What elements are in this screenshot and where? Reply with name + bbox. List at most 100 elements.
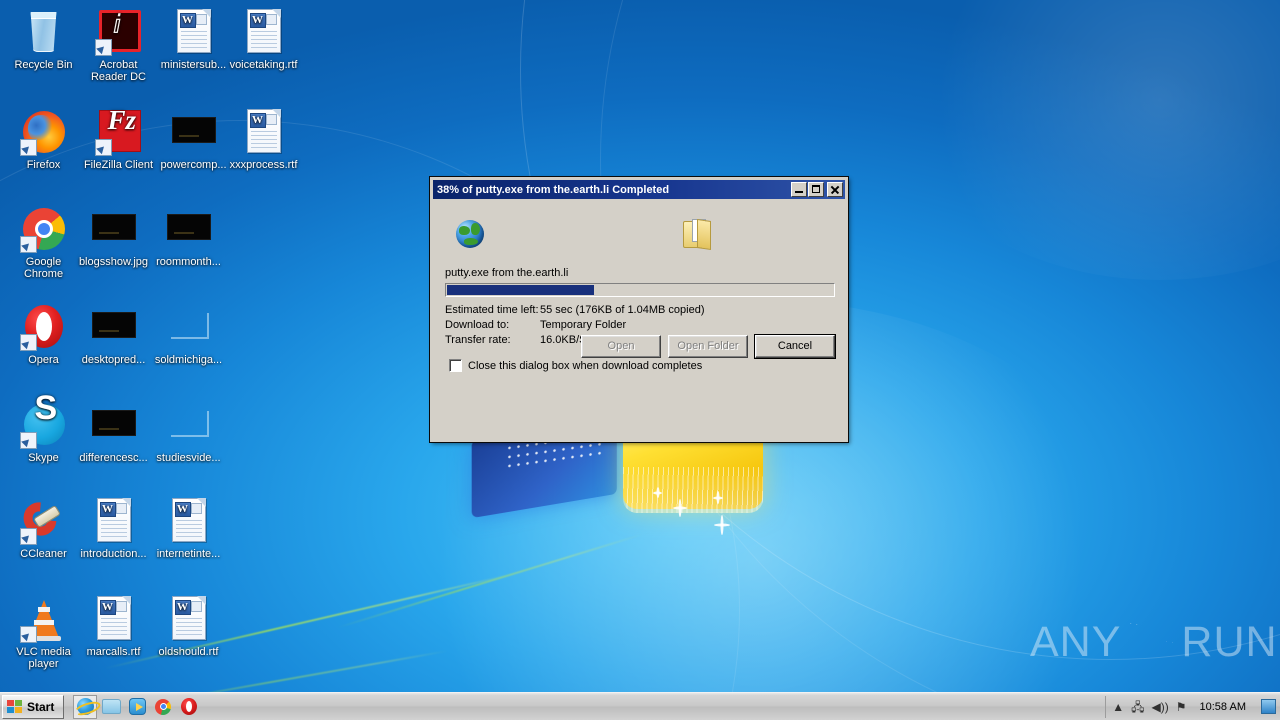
close-button[interactable] — [827, 182, 843, 197]
desktop-icon-label: oldshould.rtf — [158, 646, 219, 658]
transfer-illustration — [443, 209, 835, 267]
desktop-icon-label: VLC media player — [16, 646, 71, 670]
desktop-icon[interactable]: soldmichiga... — [151, 303, 226, 366]
dialog-titlebar[interactable]: 38% of putty.exe from the.earth.li Compl… — [433, 180, 845, 199]
desktop-icon[interactable]: VLC media player — [6, 595, 81, 670]
taskbar-chrome-icon[interactable] — [151, 695, 175, 719]
download-file-label: putty.exe from the.earth.li — [445, 267, 569, 279]
close-when-complete-checkbox-row[interactable]: Close this dialog box when download comp… — [449, 359, 835, 372]
desktop-icon[interactable]: studiesvide... — [151, 401, 226, 464]
desktop-icon-label: internetinte... — [156, 548, 221, 560]
desktop-icon-label: ministersub... — [160, 59, 227, 71]
desktop-icon[interactable]: Firefox — [6, 108, 81, 171]
close-when-complete-checkbox[interactable] — [449, 359, 462, 372]
maximize-button[interactable] — [808, 182, 824, 197]
desktop-icon-label: introduction... — [80, 548, 147, 560]
desktop-icon-label: Acrobat Reader DC — [90, 59, 147, 83]
open-folder-button[interactable]: Open Folder — [668, 335, 748, 358]
desktop-icon-label: roommonth... — [156, 256, 221, 268]
volume-icon[interactable]: ◀)) — [1152, 701, 1169, 713]
minimize-button[interactable] — [791, 182, 807, 197]
quick-launch-bar — [73, 694, 201, 719]
black-thumbnail-icon — [170, 108, 218, 156]
start-button[interactable]: Start — [2, 694, 65, 719]
desktop-icon[interactable]: Recycle Bin — [6, 8, 81, 71]
desktop-icon[interactable]: Wvoicetaking.rtf — [226, 8, 301, 71]
skype-icon: S — [19, 391, 68, 449]
black-thumbnail-icon — [90, 303, 138, 351]
desktop-icon-label: Google Chrome — [23, 256, 64, 280]
dialog-title: 38% of putty.exe from the.earth.li Compl… — [437, 183, 670, 196]
desktop-icon[interactable]: powercomp... — [156, 108, 231, 171]
dialog-body: putty.exe from the.earth.li Estimated ti… — [431, 199, 847, 372]
windows-flag-icon — [7, 699, 23, 714]
desktop-icon[interactable]: S Skype — [6, 391, 81, 464]
desktop-icon-label: CCleaner — [20, 548, 67, 560]
desktop-icon[interactable]: Wxxxprocess.rtf — [226, 108, 301, 171]
download-to-label: Download to: — [445, 319, 510, 331]
info-row-download-to: Download to: Temporary Folder — [445, 318, 835, 333]
black-thumbnail-icon — [90, 401, 138, 449]
word-document-icon: W — [170, 8, 218, 56]
ccleaner-icon — [16, 495, 68, 545]
desktop-icon[interactable]: ⅈ Acrobat Reader DC — [81, 8, 156, 83]
recycle-bin-icon — [20, 8, 68, 56]
desktop-icon-label: Recycle Bin — [14, 59, 73, 71]
desktop-icon-label: differencesc... — [79, 452, 148, 464]
desktop-icon-label: marcalls.rtf — [86, 646, 141, 658]
desktop-icon-label: voicetaking.rtf — [229, 59, 298, 71]
desktop-icon-label: Skype — [28, 452, 59, 464]
word-document-icon: W — [165, 497, 213, 545]
download-progress-dialog[interactable]: 38% of putty.exe from the.earth.li Compl… — [429, 176, 849, 443]
taskbar-internet-explorer-icon[interactable] — [73, 694, 98, 719]
globe-icon — [456, 220, 484, 248]
cancel-button[interactable]: Cancel — [754, 334, 836, 359]
desktop-icon[interactable]: Opera — [6, 303, 81, 366]
desktop-icon[interactable]: Winternetinte... — [151, 497, 226, 560]
word-document-icon: W — [165, 595, 213, 643]
faint-file-icon — [165, 303, 213, 351]
desktop-icon[interactable]: CCleaner — [6, 495, 81, 560]
taskbar-opera-icon[interactable] — [177, 695, 201, 719]
desktop-icon[interactable]: Wministersub... — [156, 8, 231, 71]
desktop-icon-label: Firefox — [26, 159, 61, 171]
download-progress-bar — [445, 283, 835, 297]
chrome-icon — [19, 205, 68, 253]
action-center-flag-icon[interactable]: ⚑ — [1176, 701, 1187, 713]
desktop-icon[interactable]: Wmarcalls.rtf — [76, 595, 151, 658]
start-button-label: Start — [27, 699, 55, 714]
desktop-icon[interactable]: Fz FileZilla Client — [81, 107, 156, 172]
show-hidden-icons-icon[interactable]: ▲ — [1112, 701, 1124, 713]
faint-file-icon — [165, 401, 213, 449]
taskbar-clock[interactable]: 10:58 AM — [1200, 701, 1246, 713]
open-button[interactable]: Open — [581, 335, 661, 358]
desktop-icon[interactable]: desktopred... — [76, 303, 151, 366]
dialog-button-row: Open Open Folder Cancel — [431, 334, 847, 359]
desktop-icon-label: Opera — [28, 354, 59, 366]
desktop-icon[interactable]: blogsshow.jpg — [76, 205, 151, 268]
desktop-icon[interactable]: Woldshould.rtf — [151, 595, 226, 658]
download-progress-fill — [447, 285, 594, 295]
black-thumbnail-icon — [90, 205, 138, 253]
black-thumbnail-icon — [165, 205, 213, 253]
taskbar-windows-media-player-icon[interactable] — [125, 695, 149, 719]
info-row-estimated-time: Estimated time left: 55 sec (176KB of 1.… — [445, 303, 835, 318]
system-tray: ▲ 🖧 ◀)) ⚑ 10:58 AM — [1105, 695, 1280, 718]
desktop-icon[interactable]: Google Chrome — [6, 205, 81, 280]
desktop-icon-label: blogsshow.jpg — [78, 256, 149, 268]
network-icon[interactable]: 🖧 — [1131, 701, 1144, 713]
taskbar[interactable]: Start ▲ 🖧 ◀)) ⚑ 10:58 AM — [0, 692, 1280, 720]
desktop-icon[interactable]: differencesc... — [76, 401, 151, 464]
acrobat-reader-icon: ⅈ — [94, 8, 143, 56]
download-to-value: Temporary Folder — [540, 319, 627, 331]
show-desktop-button[interactable] — [1261, 699, 1276, 714]
desktop-icon[interactable]: roommonth... — [151, 205, 226, 268]
desktop-icon[interactable]: Wintroduction... — [76, 497, 151, 560]
estimated-time-value: 55 sec (176KB of 1.04MB copied) — [540, 304, 705, 316]
desktop-icon-label: studiesvide... — [156, 452, 221, 464]
desktop-icon-label: desktopred... — [81, 354, 146, 366]
desktop-icon-label: FileZilla Client — [83, 159, 154, 171]
taskbar-windows-explorer-icon[interactable] — [99, 695, 123, 719]
desktop-icon-label: xxxprocess.rtf — [229, 159, 298, 171]
word-document-icon: W — [240, 8, 288, 56]
